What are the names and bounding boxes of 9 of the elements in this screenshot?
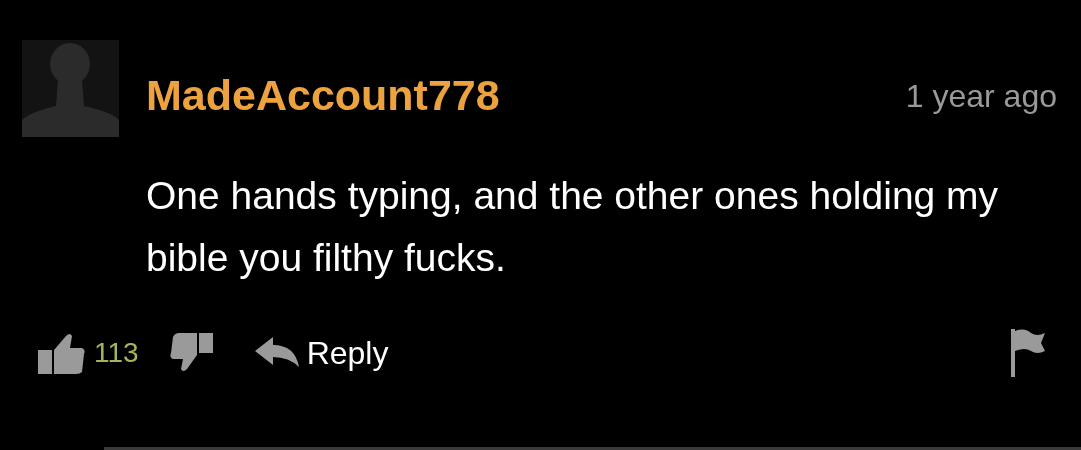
flag-icon[interactable]	[1011, 329, 1045, 377]
username[interactable]: MadeAccount778	[146, 74, 500, 117]
timestamp: 1 year ago	[905, 79, 1057, 112]
reply-arrow-icon	[254, 337, 299, 369]
thumbs-up-icon[interactable]	[38, 332, 86, 374]
thumbs-down-icon[interactable]	[168, 333, 213, 373]
reply-button[interactable]: Reply	[254, 329, 389, 377]
comment-text: One hands typing, and the other ones holding my bible you filthy fucks.	[146, 173, 1000, 281]
like-count: 113	[94, 336, 139, 370]
